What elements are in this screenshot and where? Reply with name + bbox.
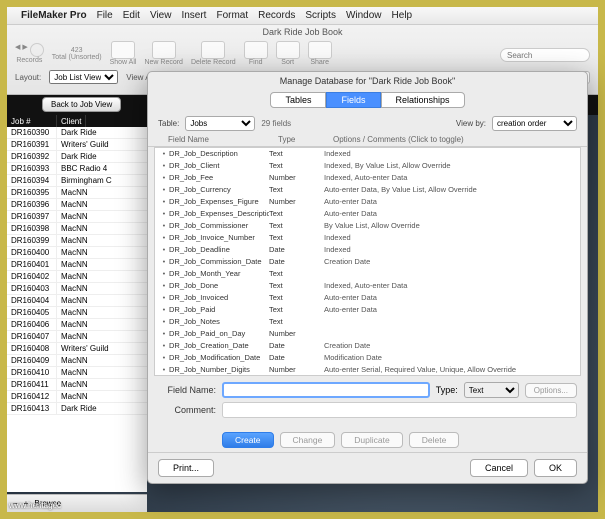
app-menu[interactable]: FileMaker Pro <box>21 10 87 21</box>
table-row[interactable]: DR160391Writers' Guild <box>7 139 147 151</box>
table-row[interactable]: DR160404MacNN <box>7 295 147 307</box>
menubar[interactable]: FileMaker Pro File Edit View Insert Form… <box>7 7 598 25</box>
type-label: Type: <box>436 385 458 395</box>
table-row[interactable]: DR160409MacNN <box>7 355 147 367</box>
window-title: Dark Ride Job Book <box>7 25 598 39</box>
table-row[interactable]: DR160393BBC Radio 4 <box>7 163 147 175</box>
field-row[interactable]: •DR_Job_Paid_on_DayNumber <box>155 328 580 340</box>
menu-insert[interactable]: Insert <box>181 10 206 21</box>
table-row[interactable]: DR160396MacNN <box>7 199 147 211</box>
watermark: www.heritagec <box>9 501 61 510</box>
comment-label: Comment: <box>158 405 216 415</box>
menu-edit[interactable]: Edit <box>123 10 140 21</box>
toolbar-share[interactable]: Share <box>308 41 332 66</box>
comment-input[interactable] <box>222 402 577 418</box>
table-row[interactable]: DR160392Dark Ride <box>7 151 147 163</box>
menu-view[interactable]: View <box>150 10 172 21</box>
field-row[interactable]: •DR_Job_Number_DigitsNumberAuto-enter Se… <box>155 364 580 376</box>
fieldname-input[interactable] <box>222 382 430 398</box>
field-row[interactable]: •DR_Job_CommissionerTextBy Value List, A… <box>155 220 580 232</box>
change-button: Change <box>280 432 336 448</box>
table-row[interactable]: DR160399MacNN <box>7 235 147 247</box>
table-row[interactable]: DR160408Writers' Guild <box>7 343 147 355</box>
table-select[interactable]: Jobs <box>185 116 255 131</box>
field-row[interactable]: •DR_Job_DescriptionTextIndexed <box>155 148 580 160</box>
tab-fields[interactable]: Fields <box>326 92 380 108</box>
field-row[interactable]: •DR_Job_Expenses_DescriptionTextAuto-ent… <box>155 208 580 220</box>
menu-help[interactable]: Help <box>392 10 413 21</box>
field-row[interactable]: •DR_Job_Creation_DateDateCreation Date <box>155 340 580 352</box>
table-row[interactable]: DR160401MacNN <box>7 259 147 271</box>
type-select[interactable]: Text <box>464 382 519 398</box>
menu-file[interactable]: File <box>97 10 113 21</box>
toolbar-find[interactable]: Find <box>244 41 268 66</box>
layout-select[interactable]: Job List View <box>49 70 118 84</box>
records-count: 423 Total (Unsorted) <box>52 47 102 61</box>
field-row[interactable]: •DR_Job_DeadlineDateIndexed <box>155 244 580 256</box>
duplicate-button: Duplicate <box>341 432 402 448</box>
field-row[interactable]: •DR_Job_FeeNumberIndexed, Auto-enter Dat… <box>155 172 580 184</box>
layout-label: Layout: <box>15 73 41 82</box>
field-row[interactable]: •DR_Job_InvoicedTextAuto-enter Data <box>155 292 580 304</box>
fieldname-label: Field Name: <box>158 385 216 395</box>
table-row[interactable]: DR160395MacNN <box>7 187 147 199</box>
table-row[interactable]: DR160390Dark Ride <box>7 127 147 139</box>
toolbar-sort[interactable]: Sort <box>276 41 300 66</box>
table-row[interactable]: DR160413Dark Ride <box>7 403 147 415</box>
field-row[interactable]: •DR_Job_CurrencyTextAuto-enter Data, By … <box>155 184 580 196</box>
field-row[interactable]: •DR_Job_PaidTextAuto-enter Data <box>155 304 580 316</box>
delete-button: Delete <box>409 432 460 448</box>
toolbar-deleterecord[interactable]: Delete Record <box>191 41 236 66</box>
table-row[interactable]: DR160407MacNN <box>7 331 147 343</box>
back-to-job-view-button[interactable]: Back to Job View <box>42 97 121 112</box>
options-button[interactable]: Options... <box>525 383 577 398</box>
tab-tables[interactable]: Tables <box>270 92 326 108</box>
field-row[interactable]: •DR_Job_Expenses_FigureNumberAuto-enter … <box>155 196 580 208</box>
menu-window[interactable]: Window <box>346 10 382 21</box>
records-nav[interactable]: ◀▶ Records <box>15 43 44 64</box>
field-list-header[interactable]: Field Name Type Options / Comments (Clic… <box>148 133 587 147</box>
table-select-label: Table: <box>158 119 179 128</box>
table-row[interactable]: DR160402MacNN <box>7 271 147 283</box>
dialog-title: Manage Database for "Dark Ride Job Book" <box>148 72 587 90</box>
table-row[interactable]: DR160412MacNN <box>7 391 147 403</box>
ok-button[interactable]: OK <box>534 459 577 477</box>
table-row[interactable]: DR160400MacNN <box>7 247 147 259</box>
manage-database-dialog: Manage Database for "Dark Ride Job Book"… <box>147 71 588 484</box>
table-row[interactable]: DR160406MacNN <box>7 319 147 331</box>
table-row[interactable]: DR160403MacNN <box>7 283 147 295</box>
field-row[interactable]: •DR_Job_Month_YearText <box>155 268 580 280</box>
cancel-button[interactable]: Cancel <box>470 459 528 477</box>
toolbar-showall[interactable]: Show All <box>110 41 137 66</box>
menu-scripts[interactable]: Scripts <box>305 10 336 21</box>
table-row[interactable]: DR160398MacNN <box>7 223 147 235</box>
field-row[interactable]: •DR_Job_ClientTextIndexed, By Value List… <box>155 160 580 172</box>
menu-format[interactable]: Format <box>216 10 248 21</box>
field-row[interactable]: •DR_Job_Commission_DateDateCreation Date <box>155 256 580 268</box>
field-row[interactable]: •DR_Job_DoneTextIndexed, Auto-enter Data <box>155 280 580 292</box>
table-row[interactable]: DR160397MacNN <box>7 211 147 223</box>
tab-relationships[interactable]: Relationships <box>381 92 465 108</box>
viewby-label: View by: <box>456 119 486 128</box>
search-input[interactable] <box>500 48 590 62</box>
toolbar-newrecord[interactable]: New Record <box>144 41 183 66</box>
table-row[interactable]: DR160405MacNN <box>7 307 147 319</box>
menu-records[interactable]: Records <box>258 10 295 21</box>
viewby-select[interactable]: creation order <box>492 116 577 131</box>
field-count: 29 fields <box>261 119 291 128</box>
table-row[interactable]: DR160411MacNN <box>7 379 147 391</box>
table-row[interactable]: DR160394Birmingham C <box>7 175 147 187</box>
field-row[interactable]: •DR_Job_Invoice_NumberTextIndexed <box>155 232 580 244</box>
print-button[interactable]: Print... <box>158 459 214 477</box>
field-list[interactable]: •DR_Job_DescriptionTextIndexed•DR_Job_Cl… <box>154 147 581 376</box>
field-row[interactable]: •DR_Job_NotesText <box>155 316 580 328</box>
table-row[interactable]: DR160410MacNN <box>7 367 147 379</box>
create-button[interactable]: Create <box>222 432 274 448</box>
field-row[interactable]: •DR_Job_Modification_DateDateModificatio… <box>155 352 580 364</box>
